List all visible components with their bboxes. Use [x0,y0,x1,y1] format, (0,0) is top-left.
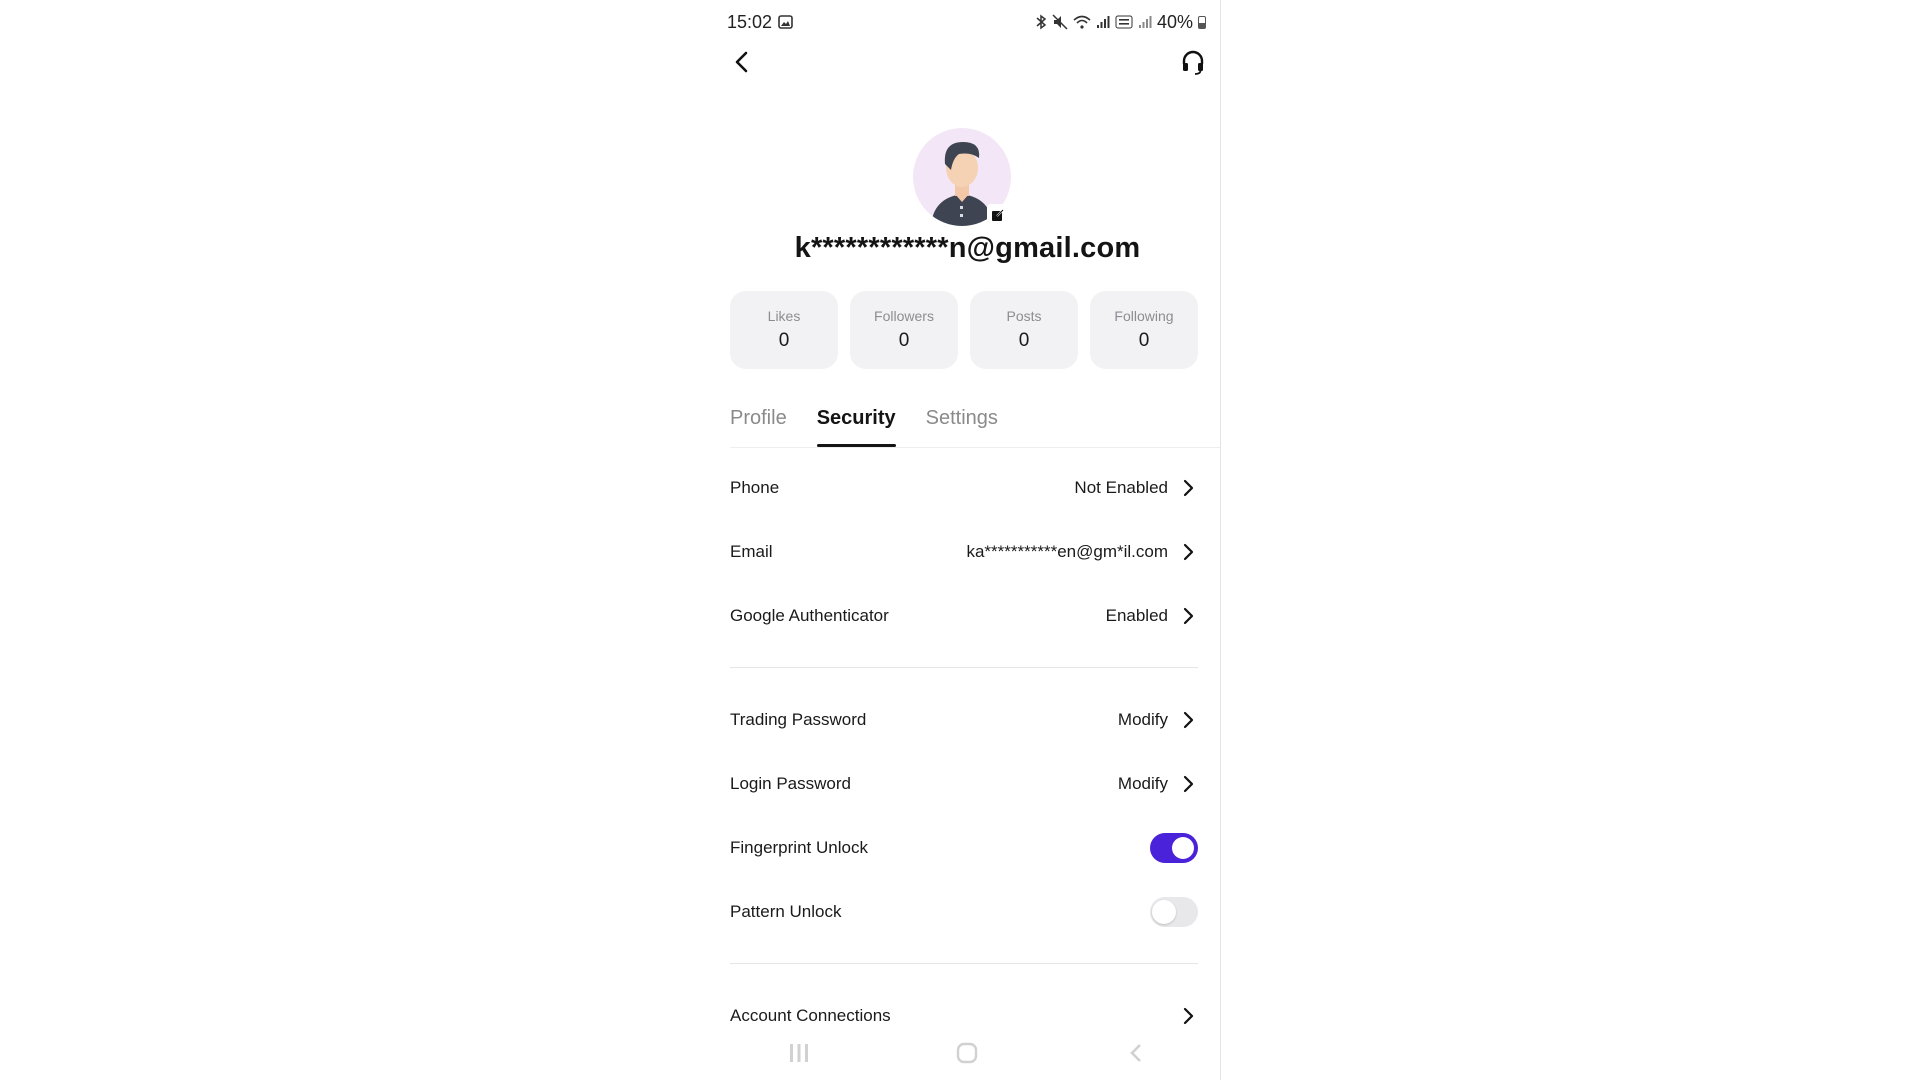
home-button[interactable] [947,1038,987,1068]
stat-label: Following [1114,308,1174,324]
chevron-left-icon [735,51,748,73]
stat-label: Followers [874,308,934,324]
stat-followers[interactable]: Followers 0 [850,291,958,369]
security-list-passwords: Trading Password Modify Login Password M… [730,688,1198,944]
stat-value: 0 [898,330,910,351]
bluetooth-icon [1035,14,1047,30]
profile-email: k************n@gmail.com [794,232,1141,264]
chevron-right-icon [1178,542,1198,562]
row-label: Email [730,542,773,561]
chevron-right-icon [1178,710,1198,730]
wifi-icon [1073,15,1091,29]
recent-apps-button[interactable] [779,1038,819,1068]
phone-screen: 15:02 40% k************n@gmail.com Likes… [715,0,1221,1080]
section-divider [730,667,1198,668]
headset-icon [1182,50,1204,75]
stat-value: 0 [1138,330,1150,351]
chevron-right-icon [1178,1006,1198,1026]
stats-row: Likes 0 Followers 0 Posts 0 Following 0 [730,291,1198,369]
row-label: Account Connections [730,1006,891,1025]
stat-label: Likes [767,308,801,324]
battery-percent: 40% [1156,11,1193,32]
mute-icon [1052,14,1068,30]
stat-value: 0 [778,330,790,351]
chevron-right-icon [1178,478,1198,498]
fingerprint-toggle[interactable] [1150,833,1198,863]
tab-bar: Profile Security Settings [730,407,1220,448]
volte-icon [1115,15,1133,29]
row-login-password[interactable]: Login Password Modify [730,752,1198,816]
status-time: 15:02 [727,11,773,32]
row-label: Trading Password [730,710,867,729]
status-bar: 15:02 40% [727,12,1206,32]
security-list-verification: Phone Not Enabled Email ka***********en@… [730,456,1198,648]
row-google-authenticator[interactable]: Google Authenticator Enabled [730,584,1198,648]
row-value: Enabled [1105,606,1168,625]
row-fingerprint-unlock: Fingerprint Unlock [730,816,1198,880]
stat-likes[interactable]: Likes 0 [730,291,838,369]
signal-secondary-icon [1138,15,1152,29]
signal-icon [1096,15,1110,29]
row-label: Google Authenticator [730,606,889,625]
row-label: Login Password [730,774,851,793]
row-label: Fingerprint Unlock [730,838,868,857]
edit-icon [992,209,1004,221]
row-email[interactable]: Email ka***********en@gm*il.com [730,520,1198,584]
support-button[interactable] [1176,45,1210,79]
avatar[interactable] [913,128,1011,226]
row-value: Modify [1117,710,1168,729]
row-label: Phone [730,478,780,497]
chevron-right-icon [1178,774,1198,794]
gallery-notification-icon [778,15,793,29]
tab-settings[interactable]: Settings [926,407,998,445]
back-icon [1129,1044,1141,1062]
tab-security[interactable]: Security [816,407,896,447]
system-nav-bar [715,1036,1220,1070]
section-divider [730,963,1198,964]
recent-apps-icon [790,1044,809,1062]
row-value: ka***********en@gm*il.com [966,542,1168,561]
system-back-button[interactable] [1116,1038,1156,1068]
stat-posts[interactable]: Posts 0 [970,291,1078,369]
battery-icon [1198,15,1206,29]
row-phone[interactable]: Phone Not Enabled [730,456,1198,520]
pattern-toggle[interactable] [1150,897,1198,927]
back-button[interactable] [725,45,759,79]
row-value: Not Enabled [1074,478,1168,497]
row-pattern-unlock: Pattern Unlock [730,880,1198,944]
row-label: Pattern Unlock [730,902,842,921]
home-icon [957,1042,978,1064]
stat-value: 0 [1018,330,1030,351]
chevron-right-icon [1178,606,1198,626]
tab-profile[interactable]: Profile [730,407,787,445]
stat-following[interactable]: Following 0 [1090,291,1198,369]
top-bar [725,45,1210,79]
avatar-edit-button[interactable] [987,204,1009,226]
stat-label: Posts [1006,308,1042,324]
row-value: Modify [1117,774,1168,793]
row-trading-password[interactable]: Trading Password Modify [730,688,1198,752]
